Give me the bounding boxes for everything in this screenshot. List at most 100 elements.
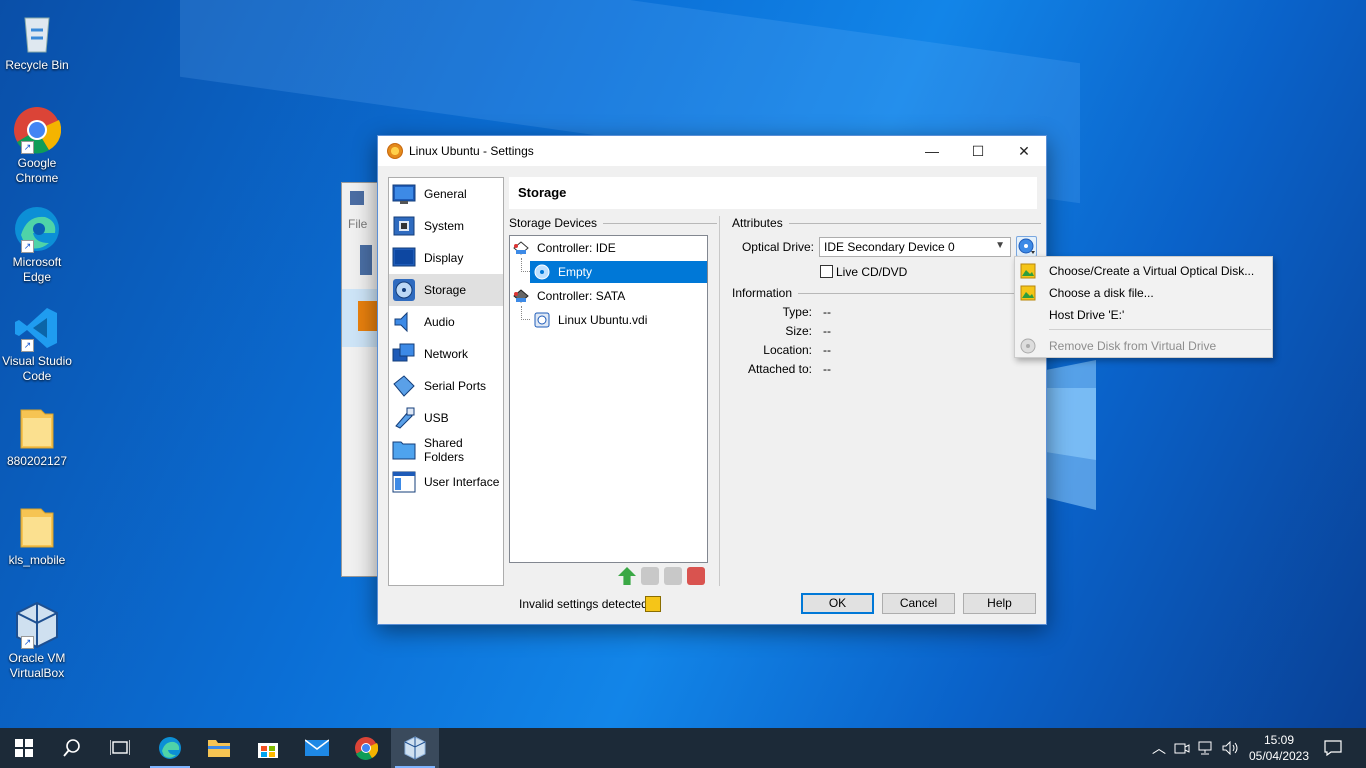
chrome-icon: ↗: [13, 106, 62, 154]
menu-separator: [1049, 329, 1271, 330]
tools-icon: [360, 245, 372, 275]
network-tray-button[interactable]: [1196, 728, 1218, 768]
type-value: --: [823, 305, 831, 319]
folder-icon: [208, 740, 230, 757]
menu-item-remove-disk[interactable]: Remove Disk from Virtual Drive: [1015, 335, 1272, 357]
storage-icon: [392, 278, 416, 302]
clock-time: 15:09: [1263, 733, 1295, 747]
system-icon: [392, 214, 416, 238]
maximize-button[interactable]: ☐: [955, 136, 1001, 166]
desktop-icon-folder-kls-mobile[interactable]: kls_mobile: [0, 503, 74, 568]
menu-item-host-drive-e[interactable]: Host Drive 'E:': [1015, 304, 1272, 326]
help-button[interactable]: Help: [963, 593, 1036, 614]
desktop-icon-google-chrome[interactable]: ↗ Google Chrome: [0, 106, 74, 186]
ok-button[interactable]: OK: [801, 593, 874, 614]
mail-icon: [305, 739, 329, 756]
desktop-icon-label: Oracle VM VirtualBox: [8, 651, 66, 680]
choose-disk-button[interactable]: [1016, 236, 1037, 257]
tree-item-linux-ubuntu-vdi[interactable]: Linux Ubuntu.vdi: [534, 309, 647, 331]
notification-icon: [1324, 740, 1342, 756]
show-hidden-icons-button[interactable]: ︿: [1150, 728, 1168, 768]
notifications-button[interactable]: [1318, 728, 1348, 768]
menu-item-choose-create-virtual-optical-disk[interactable]: Choose/Create a Virtual Optical Disk...: [1015, 260, 1272, 282]
optical-disc-icon: [534, 264, 550, 280]
dialog-titlebar[interactable]: Linux Ubuntu - Settings — ☐ ✕: [378, 136, 1046, 166]
attached-to-value: --: [823, 362, 831, 376]
optical-drive-select[interactable]: IDE Secondary Device 0 ▼: [819, 237, 1011, 257]
desktop-icon-label: Visual Studio Code: [2, 354, 72, 383]
recycle-bin-icon: [13, 8, 61, 56]
minimize-button[interactable]: —: [909, 136, 955, 166]
clock-date: 05/04/2023: [1248, 749, 1310, 763]
general-icon: [392, 182, 416, 206]
vm-list-item[interactable]: [342, 289, 382, 347]
desktop-icon-microsoft-edge[interactable]: ↗ Microsoft Edge: [0, 205, 74, 285]
sidebar-item-storage[interactable]: Storage: [389, 274, 503, 306]
storage-tree[interactable]: Controller: IDE Empty Controller: SATA L…: [509, 235, 708, 563]
sidebar-item-label: System: [424, 219, 465, 233]
sidebar-item-system[interactable]: System: [389, 210, 503, 242]
taskbar-clock[interactable]: 15:09 05/04/2023: [1248, 732, 1310, 764]
invalid-settings-text: Invalid settings detected: [519, 597, 648, 611]
tree-item-label: Linux Ubuntu.vdi: [558, 313, 648, 327]
attributes-group-title: Attributes: [732, 216, 1041, 230]
size-label: Size:: [785, 324, 812, 338]
start-button[interactable]: [0, 728, 48, 768]
meet-now-button[interactable]: [1172, 728, 1192, 768]
storage-devices-label: Storage Devices: [509, 216, 598, 230]
tree-item-empty-disc[interactable]: Empty: [530, 261, 707, 283]
folder-icon: [13, 404, 61, 452]
sidebar-item-shared-folders[interactable]: Shared Folders: [389, 434, 503, 466]
location-label: Location:: [763, 343, 812, 357]
search-button[interactable]: [48, 728, 96, 768]
close-button[interactable]: ✕: [1001, 136, 1047, 166]
menu-file[interactable]: File: [348, 217, 367, 231]
add-attachment-icon[interactable]: [664, 567, 682, 585]
add-controller-icon[interactable]: [618, 567, 636, 585]
volume-button[interactable]: [1220, 728, 1242, 768]
tree-item-label: Empty: [558, 265, 593, 279]
taskbar-microsoft-store[interactable]: [244, 728, 292, 768]
page-header: Storage: [509, 177, 1037, 209]
optical-drive-value: IDE Secondary Device 0: [824, 240, 955, 254]
tree-item-controller-ide[interactable]: Controller: IDE: [513, 237, 616, 259]
task-view-button[interactable]: [96, 728, 144, 768]
shortcut-arrow-icon: ↗: [21, 141, 34, 154]
speaker-icon: [1222, 741, 1238, 755]
sidebar-item-user-interface[interactable]: User Interface: [389, 466, 503, 498]
information-label: Information: [732, 286, 793, 300]
taskbar-file-explorer[interactable]: [195, 728, 243, 768]
sidebar-item-label: Serial Ports: [424, 379, 487, 393]
image-file-icon: [1020, 263, 1036, 279]
remove-attachment-icon[interactable]: [687, 567, 705, 585]
audio-icon: [392, 310, 416, 334]
edge-icon: [159, 737, 181, 759]
taskbar-edge[interactable]: [146, 728, 194, 768]
serial-ports-icon: [392, 374, 416, 398]
remove-controller-icon[interactable]: [641, 567, 659, 585]
desktop-icon-folder-880202127[interactable]: 880202127: [0, 404, 74, 469]
desktop-icon-recycle-bin[interactable]: Recycle Bin: [0, 8, 74, 73]
sidebar-item-network[interactable]: Network: [389, 338, 503, 370]
menu-item-choose-disk-file[interactable]: Choose a disk file...: [1015, 282, 1272, 304]
sidebar-item-label: Storage: [424, 283, 467, 297]
cancel-button[interactable]: Cancel: [882, 593, 955, 614]
sidebar-item-display[interactable]: Display: [389, 242, 503, 274]
sidebar-item-general[interactable]: General: [389, 178, 503, 210]
panel-divider[interactable]: [719, 216, 720, 586]
virtualbox-icon: [404, 736, 426, 760]
taskbar-virtualbox[interactable]: [391, 728, 439, 768]
taskbar-mail[interactable]: [293, 728, 341, 768]
sidebar-item-serial-ports[interactable]: Serial Ports: [389, 370, 503, 402]
settings-dialog[interactable]: Linux Ubuntu - Settings — ☐ ✕ General Sy…: [377, 135, 1047, 625]
desktop-icon-vscode[interactable]: ↗ Visual Studio Code: [0, 304, 74, 384]
taskbar-chrome[interactable]: [342, 728, 390, 768]
virtualbox-manager-window[interactable]: File: [341, 182, 382, 577]
tree-item-controller-sata[interactable]: Controller: SATA: [513, 285, 625, 307]
sidebar-item-usb[interactable]: USB: [389, 402, 503, 434]
store-icon: [258, 743, 278, 758]
desktop-icon-virtualbox[interactable]: ↗ Oracle VM VirtualBox: [0, 601, 74, 681]
live-cd-checkbox[interactable]: [820, 265, 833, 278]
warning-icon[interactable]: [645, 596, 661, 612]
sidebar-item-audio[interactable]: Audio: [389, 306, 503, 338]
